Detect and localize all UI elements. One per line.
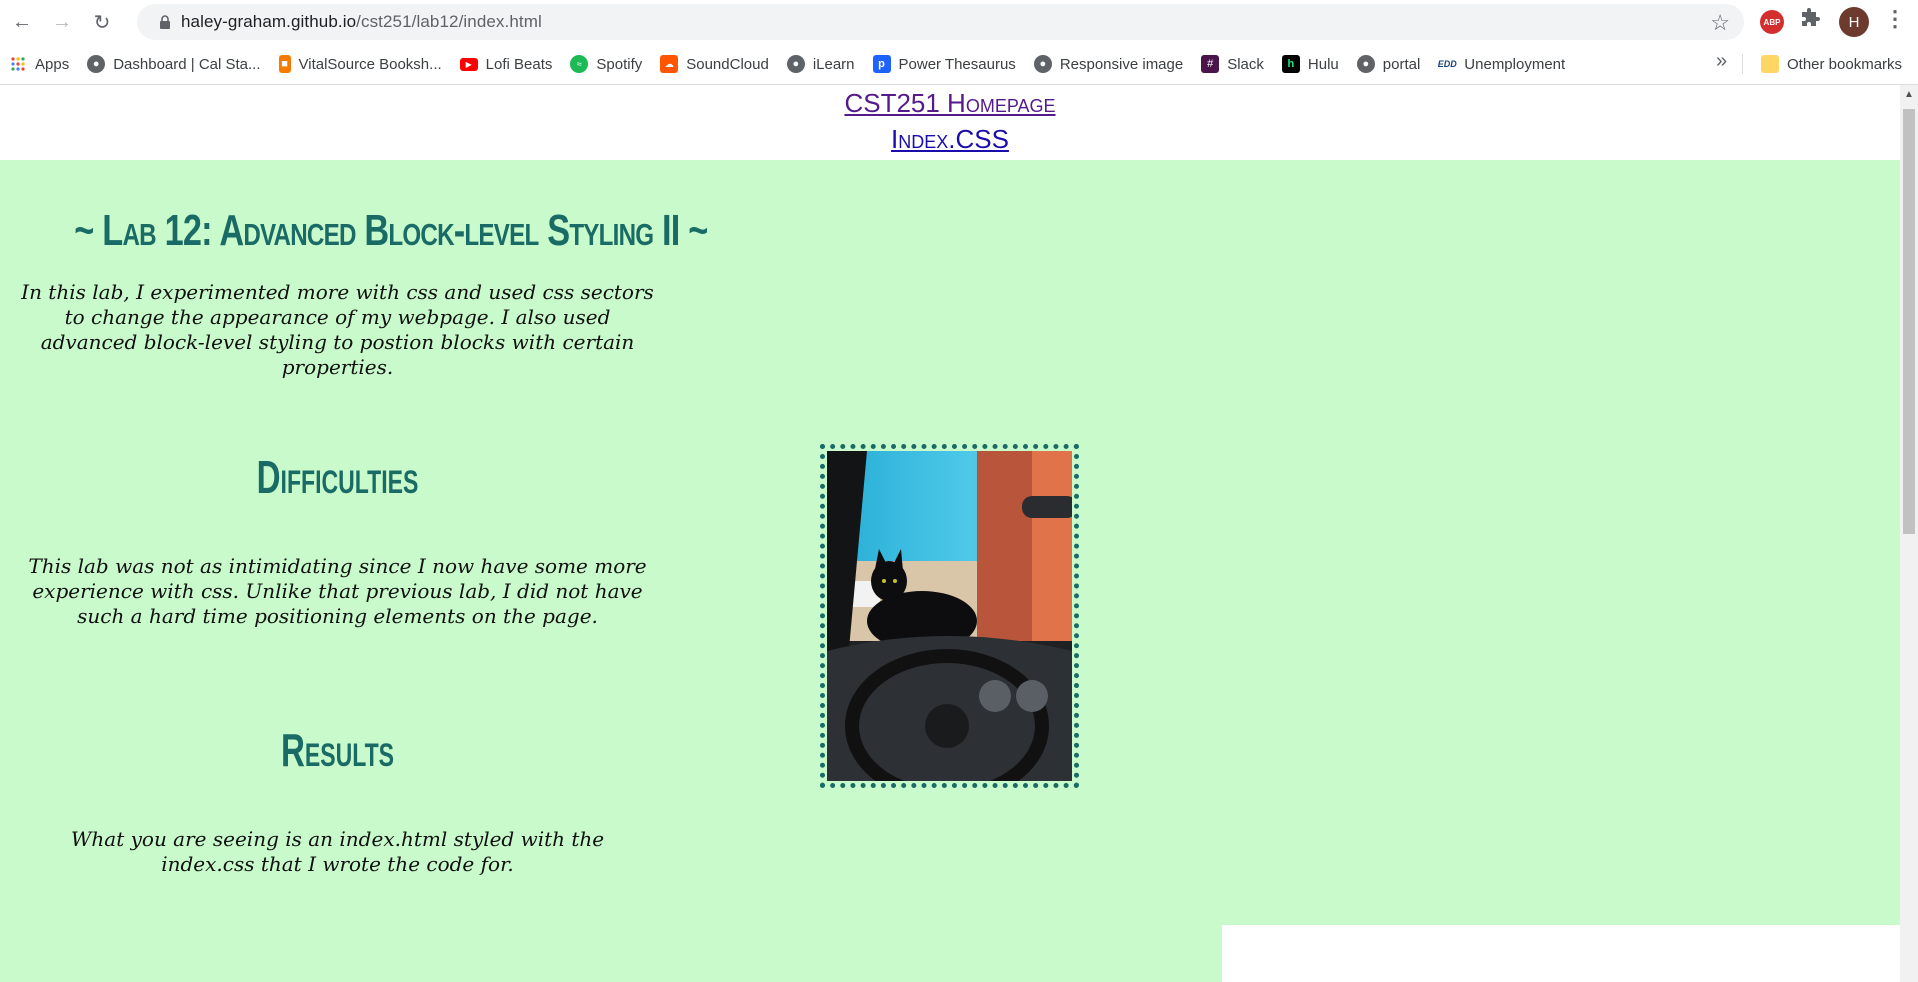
site-nav: CST251 Homepage Index.CSS <box>0 85 1900 160</box>
bookmark-label: Power Thesaurus <box>898 55 1016 73</box>
spotify-icon: ≈ <box>570 55 589 73</box>
reload-icon[interactable]: ↻ <box>84 4 120 40</box>
bookmark-label: Apps <box>35 55 70 73</box>
power-thesaurus-icon: p <box>872 55 891 73</box>
bookmark-label: portal <box>1382 55 1421 73</box>
page-title: ~ Lab 12: Advanced Block-level Styling I… <box>74 206 708 255</box>
bookmark-lofi-beats[interactable]: ▶ Lofi Beats <box>451 49 562 79</box>
bookmark-label: SoundCloud <box>686 55 769 73</box>
globe-icon: ● <box>1356 55 1375 73</box>
more-bookmarks-chevron-icon[interactable]: » <box>1716 50 1727 73</box>
folder-icon <box>1761 55 1779 73</box>
nav-link-index-css[interactable]: Index.CSS <box>0 121 1900 157</box>
globe-icon: ● <box>1033 55 1052 73</box>
nav-link-homepage[interactable]: CST251 Homepage <box>0 85 1900 121</box>
bookmarks-divider <box>1742 54 1743 74</box>
youtube-icon: ▶ <box>459 57 478 71</box>
bookmark-slack[interactable]: # Slack <box>1192 49 1273 79</box>
intro-paragraph: In this lab, I experimented more with cs… <box>21 280 654 379</box>
scroll-up-arrow-icon[interactable]: ▲ <box>1904 89 1914 100</box>
page-viewport: CST251 Homepage Index.CSS ~ Lab 12: Adva… <box>0 85 1900 982</box>
bookmarks-bar: Apps ● Dashboard | Cal Sta... ■ VitalSou… <box>0 44 1918 85</box>
results-paragraph: What you are seeing is an index.html sty… <box>70 827 605 876</box>
bookmark-label: Lofi Beats <box>485 55 553 73</box>
bookmark-label: Responsive image <box>1059 55 1184 73</box>
bookmark-label: Dashboard | Cal Sta... <box>113 55 261 73</box>
bookmark-power-thesaurus[interactable]: p Power Thesaurus <box>864 49 1025 79</box>
bookmark-label: Other bookmarks <box>1787 55 1903 73</box>
difficulties-heading: Difficulties <box>256 451 419 503</box>
soundcloud-icon: ☁ <box>660 55 679 73</box>
bookmark-vitalsource[interactable]: ■ VitalSource Booksh... <box>270 49 451 79</box>
bookmark-label: VitalSource Booksh... <box>298 55 442 73</box>
bookmark-apps[interactable]: Apps <box>0 49 78 79</box>
bookmark-star-icon[interactable]: ☆ <box>1710 10 1730 36</box>
difficulties-paragraph: This lab was not as intimidating since I… <box>28 554 647 628</box>
back-arrow-icon[interactable]: ← <box>4 4 40 40</box>
hulu-icon: h <box>1281 55 1300 73</box>
results-heading: Results <box>280 724 395 776</box>
cat-photo-frame <box>820 444 1079 788</box>
address-bar[interactable]: haley-graham.github.io/cst251/lab12/inde… <box>137 4 1744 40</box>
edd-icon: EDD <box>1437 59 1457 69</box>
more-options-icon[interactable]: ⋮ <box>1884 6 1906 32</box>
globe-icon: ● <box>786 55 805 73</box>
bookmark-label: Spotify <box>596 55 643 73</box>
scrollbar-thumb[interactable] <box>1903 109 1915 534</box>
globe-icon: ● <box>87 55 106 73</box>
other-bookmarks-folder[interactable]: Other bookmarks <box>1752 49 1911 79</box>
cat-photo <box>827 451 1072 781</box>
browser-toolbar: ← → ↻ haley-graham.github.io/cst251/lab1… <box>0 0 1918 44</box>
profile-avatar[interactable]: H <box>1839 7 1869 37</box>
url-path: /cst251/lab12/index.html <box>356 12 542 31</box>
text-column: ~ Lab 12: Advanced Block-level Styling I… <box>0 160 708 877</box>
lock-icon[interactable] <box>149 15 181 29</box>
forward-arrow-icon[interactable]: → <box>44 4 80 40</box>
slack-icon: # <box>1201 55 1220 73</box>
apps-grid-icon <box>9 55 27 73</box>
vitalsource-icon: ■ <box>278 55 291 73</box>
bookmark-spotify[interactable]: ≈ Spotify <box>561 49 651 79</box>
bookmark-label: Unemployment <box>1464 55 1566 73</box>
adblock-plus-icon[interactable]: ABP <box>1760 10 1784 34</box>
bookmark-label: Hulu <box>1307 55 1339 73</box>
bookmark-dashboard[interactable]: ● Dashboard | Cal Sta... <box>78 49 269 79</box>
footer-panel <box>1222 925 1900 982</box>
bookmark-responsive-image[interactable]: ● Responsive image <box>1025 49 1192 79</box>
url-text: haley-graham.github.io/cst251/lab12/inde… <box>181 12 542 32</box>
bookmark-portal[interactable]: ● portal <box>1348 49 1430 79</box>
page-scrollbar[interactable]: ▲ <box>1900 85 1918 982</box>
extensions-puzzle-icon[interactable] <box>1800 8 1820 34</box>
bookmark-soundcloud[interactable]: ☁ SoundCloud <box>651 49 778 79</box>
bookmark-label: iLearn <box>812 55 855 73</box>
main-content: ~ Lab 12: Advanced Block-level Styling I… <box>0 160 1900 982</box>
bookmark-ilearn[interactable]: ● iLearn <box>778 49 864 79</box>
bookmark-unemployment[interactable]: EDD Unemployment <box>1429 49 1574 79</box>
url-host: haley-graham.github.io <box>181 12 357 31</box>
bookmark-label: Slack <box>1227 55 1264 73</box>
bookmark-hulu[interactable]: h Hulu <box>1273 49 1348 79</box>
